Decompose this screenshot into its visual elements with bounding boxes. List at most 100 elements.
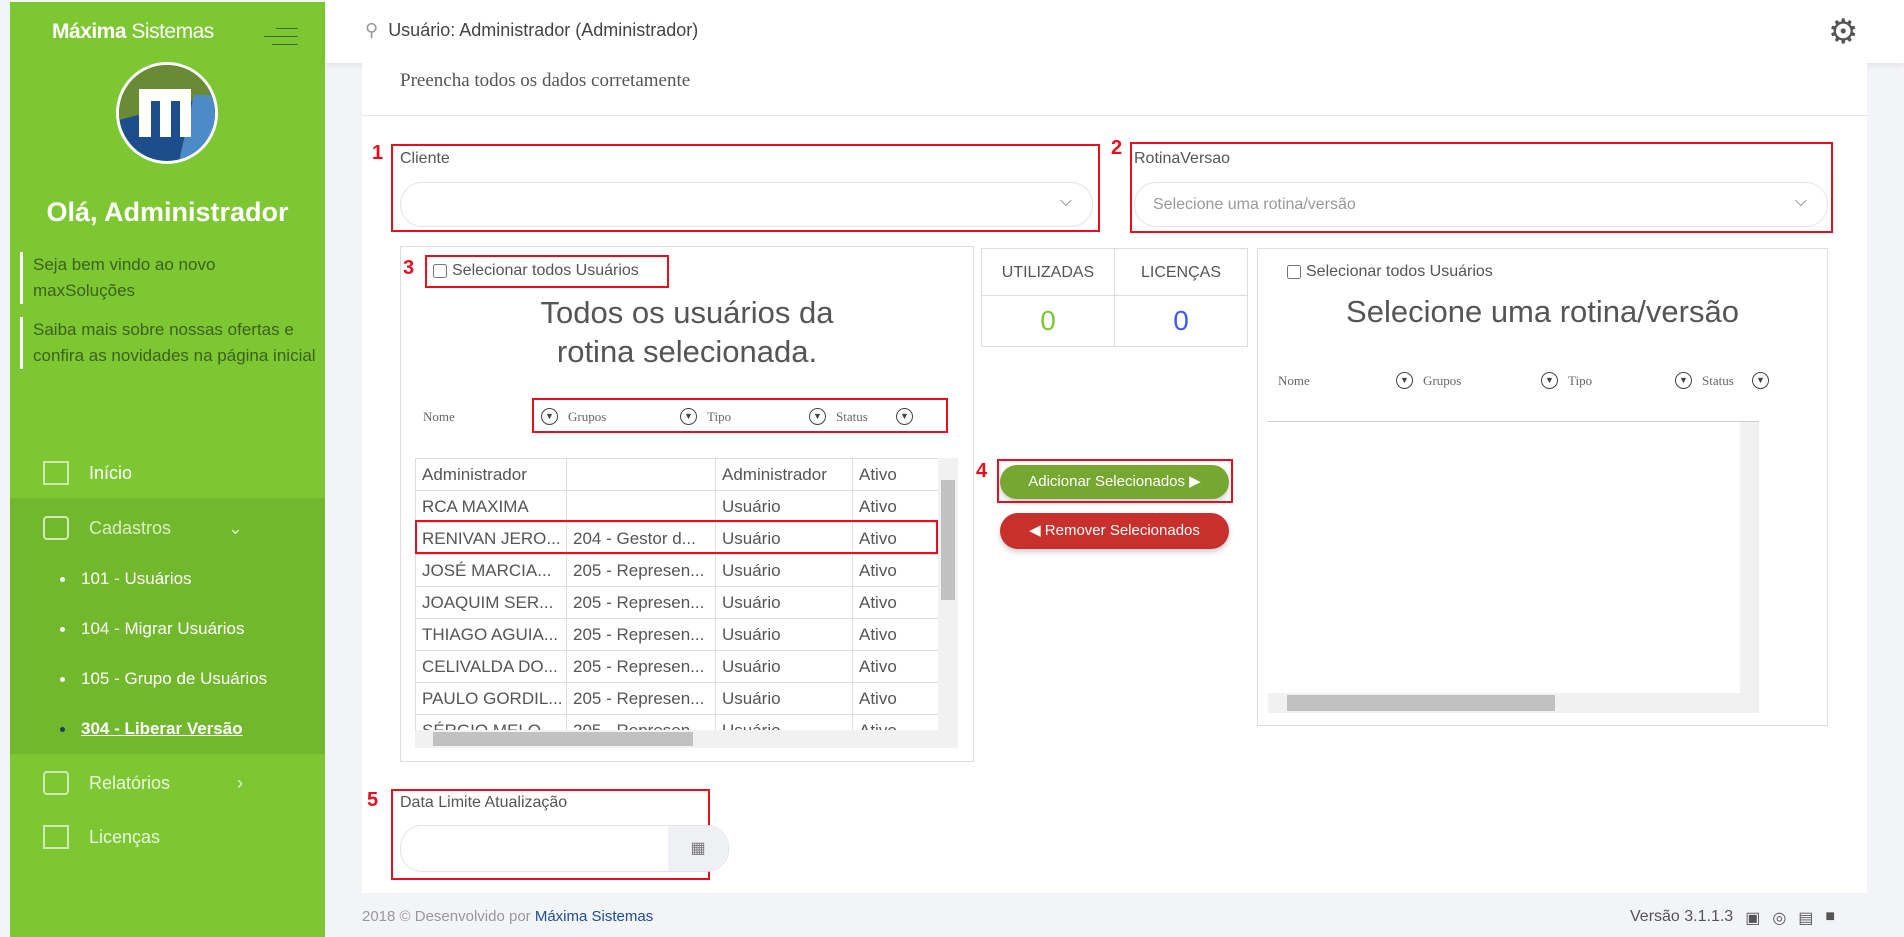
table-cell: Usuário xyxy=(715,714,853,730)
col-grupos: Grupos xyxy=(1423,372,1462,388)
rotina-label: RotinaVersao xyxy=(1134,150,1231,167)
table-cell: RCA MAXIMA xyxy=(415,490,567,523)
annotation-4: 4 xyxy=(976,460,988,482)
col-nome: Nome xyxy=(1278,372,1310,388)
table-cell: SÉRGIO MELO... xyxy=(415,714,567,730)
table-cell xyxy=(566,490,716,523)
calendar-icon[interactable]: ▦ xyxy=(668,826,728,871)
table-cell: JOAQUIM SER... xyxy=(415,586,567,619)
scroll-thumb[interactable] xyxy=(941,480,955,600)
table-cell xyxy=(566,458,716,491)
licenses-label: LICENÇAS xyxy=(1115,249,1247,296)
company-link[interactable]: Máxima Sistemas xyxy=(535,908,653,925)
table-row[interactable]: SÉRGIO MELO... 205 - Represen... Usuário At… xyxy=(415,714,938,730)
table-cell: Ativo xyxy=(852,618,938,651)
chevron-down-icon: ⌵ xyxy=(1059,193,1072,210)
table-cell: 205 - Represen... xyxy=(566,586,716,619)
brand-logo: Máxima Sistemas xyxy=(52,20,214,43)
divider xyxy=(1268,421,1759,422)
table-row[interactable]: RCA MAXIMA Usuário Ativo xyxy=(415,490,938,523)
rotina-placeholder: Selecione uma rotina/versão xyxy=(1153,196,1356,213)
sidebar-item-relatorios[interactable]: Relatórios › xyxy=(10,759,325,807)
remove-selected-button[interactable]: ◀ Remover Selecionados xyxy=(1000,513,1229,549)
table-cell: 205 - Represen... xyxy=(566,618,716,651)
filter-icon[interactable]: ▼ xyxy=(1675,372,1692,389)
table-cell: Administrador xyxy=(415,458,567,491)
select-all-checkbox[interactable] xyxy=(1287,265,1301,279)
scroll-thumb[interactable] xyxy=(1287,695,1555,711)
sidebar-item-licencas[interactable]: Licenças xyxy=(10,813,325,861)
date-input[interactable]: ▦ xyxy=(400,825,729,872)
top-header: ⚲ Usuário: Administrador (Administrador) … xyxy=(325,0,1904,63)
table-cell: Ativo xyxy=(852,586,938,619)
filter-icon[interactable]: ▼ xyxy=(1541,372,1558,389)
annotation-1: 1 xyxy=(372,142,384,164)
sidebar-item-cadastros[interactable]: Cadastros ⌄ xyxy=(10,504,325,552)
cliente-select[interactable]: ⌵ xyxy=(400,182,1093,227)
current-user: ⚲ Usuário: Administrador (Administrador) xyxy=(365,20,698,41)
welcome-note: Seja bem vindo ao novo maxSoluções xyxy=(20,252,320,304)
select-all-label: Selecionar todos Usuários xyxy=(452,262,639,279)
table-cell: Ativo xyxy=(852,682,938,715)
form-hint: Preencha todos os dados corretamente xyxy=(400,70,691,91)
table-cell: Ativo xyxy=(852,554,938,587)
used-value: 0 xyxy=(1040,305,1056,336)
table-cell: 205 - Represen... xyxy=(566,682,716,715)
table-cell: Usuário xyxy=(715,650,853,683)
table-row[interactable]: CELIVALDA DO... 205 - Represen... Usuário A… xyxy=(415,650,938,683)
annotation-box-4 xyxy=(997,459,1233,503)
table-row[interactable]: JOAQUIM SER... 205 - Represen... Usuário At… xyxy=(415,586,938,619)
submenu-usuarios[interactable]: 101 - Usuários xyxy=(60,569,192,589)
table-cell: PAULO GORDIL... xyxy=(415,682,567,715)
submenu-liberar-versao[interactable]: 304 - Liberar Versão xyxy=(60,719,243,739)
filter-icon[interactable]: ▼ xyxy=(1752,372,1769,389)
sidebar: Máxima Sistemas Olá, Administrador Seja … xyxy=(10,2,325,937)
horizontal-scrollbar[interactable] xyxy=(1268,693,1759,713)
table-cell: 205 - Represen... xyxy=(566,714,716,730)
table-row[interactable]: JOSÉ MARCIA... 205 - Represen... Usuário At… xyxy=(415,554,938,587)
table-cell: Usuário xyxy=(715,618,853,651)
licenses-stat: LICENÇAS 0 xyxy=(1114,248,1248,347)
annotation-box-filters xyxy=(532,398,948,433)
menu-label: Início xyxy=(89,462,133,483)
chevron-right-icon: › xyxy=(237,772,243,793)
menu-label: Licenças xyxy=(89,826,161,847)
rotina-select[interactable]: Selecione uma rotina/versão ⌵ xyxy=(1134,182,1828,227)
scroll-thumb[interactable] xyxy=(433,732,693,746)
gear-icon[interactable]: ⚙ xyxy=(1828,15,1858,49)
select-all-left[interactable]: Selecionar todos Usuários xyxy=(433,262,639,280)
used-label: UTILIZADAS xyxy=(982,249,1114,296)
table-row[interactable]: Administrador Administrador Ativo xyxy=(415,458,938,491)
video-icon[interactable]: ■ xyxy=(1825,908,1835,928)
greeting: Olá, Administrador xyxy=(46,197,289,227)
offers-note: Saiba mais sobre nossas ofertas e confir… xyxy=(20,317,320,369)
facebook-icon[interactable]: ▣ xyxy=(1745,908,1760,928)
table-cell: 205 - Represen... xyxy=(566,650,716,683)
annotation-2: 2 xyxy=(1111,137,1123,159)
table-row[interactable]: THIAGO AGUIA... 205 - Represen... Usuário A… xyxy=(415,618,938,651)
youtube-icon[interactable]: ▤ xyxy=(1798,908,1813,928)
submenu-grupo-usuarios[interactable]: 105 - Grupo de Usuários xyxy=(60,669,267,689)
annotation-3: 3 xyxy=(403,257,415,279)
submenu-migrar-usuarios[interactable]: 104 - Migrar Usuários xyxy=(60,619,244,639)
user-label: Usuário: Administrador (Administrador) xyxy=(388,20,699,40)
users-table: Administrador Administrador Ativo RCA MAXIM… xyxy=(415,458,938,730)
version-text: Versão 3.1.1.3 xyxy=(1630,908,1734,925)
table-cell: Usuário xyxy=(715,490,853,523)
select-all-checkbox[interactable] xyxy=(433,264,447,278)
horizontal-scrollbar[interactable] xyxy=(415,730,958,748)
table-cell: Usuário xyxy=(715,682,853,715)
menu-toggle-icon[interactable] xyxy=(264,26,298,46)
sidebar-item-inicio[interactable]: Início xyxy=(10,449,325,497)
table-cell: Ativo xyxy=(852,714,938,730)
vertical-scrollbar[interactable] xyxy=(938,458,958,730)
cliente-label: Cliente xyxy=(400,150,450,167)
vertical-scrollbar[interactable] xyxy=(1740,422,1759,695)
filter-icon[interactable]: ▼ xyxy=(1396,372,1413,389)
table-row[interactable]: PAULO GORDIL... 205 - Represen... Usuário A… xyxy=(415,682,938,715)
instagram-icon[interactable]: ◎ xyxy=(1772,908,1786,928)
right-panel-title: Selecione uma rotina/versão xyxy=(1346,294,1739,329)
table-cell: Ativo xyxy=(852,490,938,523)
col-tipo: Tipo xyxy=(1568,372,1593,388)
select-all-right[interactable]: Selecionar todos Usuários xyxy=(1287,263,1493,281)
